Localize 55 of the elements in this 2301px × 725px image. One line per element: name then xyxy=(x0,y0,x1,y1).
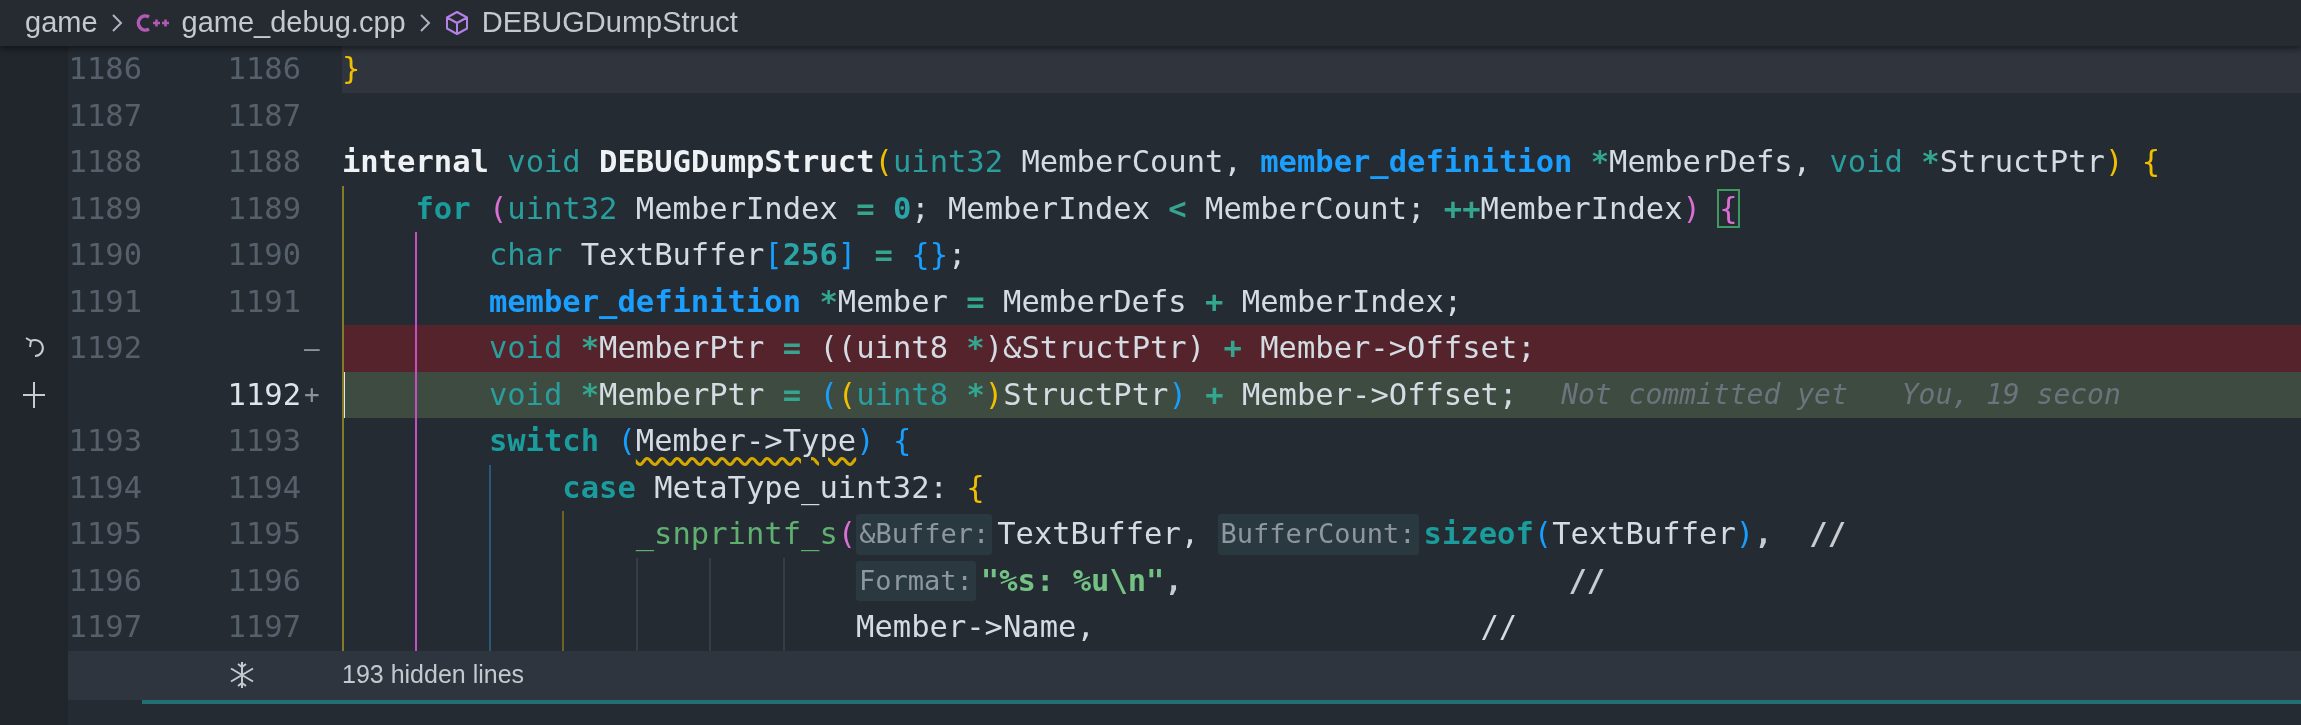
hidden-lines-label: 193 hidden lines xyxy=(342,659,525,691)
plus-icon[interactable] xyxy=(22,379,46,410)
line-number: 1197 xyxy=(68,609,142,645)
chevron-icon xyxy=(417,12,432,34)
line-number: 1187 xyxy=(227,97,301,133)
code-text: Member->Name, // xyxy=(856,608,1518,647)
code-text: "%s: %u\n", // xyxy=(980,561,1606,600)
blame-annotation: Not committed yet xyxy=(1561,376,1848,413)
chevron-icon xyxy=(109,12,124,34)
line-number: 1196 xyxy=(68,562,142,598)
line-number: 1191 xyxy=(227,283,301,319)
breadcrumb-item[interactable]: game_debug.cpp xyxy=(181,1,406,45)
line-number: 1194 xyxy=(227,469,301,505)
code-text: member_definition *Member = MemberDefs + MemberIndex; xyxy=(488,282,1463,321)
code-text: for (uint32 MemberIndex = 0; MemberIndex < MemberCount; ++MemberIndex) { xyxy=(415,189,1738,228)
line-number: 1188 xyxy=(68,144,142,180)
code-text: switch (Member->Type) { xyxy=(488,422,912,461)
cube-icon xyxy=(443,10,470,36)
removed-marker: — xyxy=(304,332,320,363)
code-text: void *MemberPtr = ((uint8 *)StructPtr) + Member->Offset; xyxy=(488,375,1518,414)
line-number: 1191 xyxy=(68,283,142,319)
line-number: 1186 xyxy=(68,51,142,87)
code-text: char TextBuffer[256] = {}; xyxy=(488,236,967,275)
code-text: case MetaType_uint32: { xyxy=(562,468,985,508)
code-text: internal void DEBUGDumpStruct(uint32 MemberCount, member_definition *MemberDefs, void *StructPtr) { xyxy=(342,143,2161,182)
breadcrumb-item[interactable]: DEBUGDumpStruct xyxy=(481,1,738,45)
inlay-hint: Format: xyxy=(856,560,976,601)
code-text: sizeof(TextBuffer), // xyxy=(1423,515,1846,554)
blame-annotation: You, 19 secon xyxy=(1901,376,2121,413)
line-number: 1187 xyxy=(68,97,142,133)
line-number: 1192 xyxy=(227,376,301,412)
breadcrumb-item[interactable]: game xyxy=(25,1,98,45)
code-text: } xyxy=(342,50,361,89)
line-number: 1193 xyxy=(68,423,142,459)
line-number: 1192 xyxy=(68,330,142,366)
line-number: 1188 xyxy=(227,144,301,180)
line-number: 1197 xyxy=(227,609,301,645)
line-number: 1195 xyxy=(227,516,301,552)
cpp-file-icon xyxy=(135,11,170,35)
line-number: 1193 xyxy=(227,423,301,459)
folded-region-bar[interactable]: 193 hidden lines xyxy=(68,650,2301,700)
added-marker: + xyxy=(304,379,320,410)
inlay-hint: &Buffer: xyxy=(856,514,993,555)
line-number: 1189 xyxy=(227,190,301,226)
code-text: TextBuffer, xyxy=(997,515,1201,554)
line-number: 1189 xyxy=(68,190,142,226)
inlay-hint: BufferCount: xyxy=(1217,514,1419,555)
line-number: 1190 xyxy=(68,237,142,273)
line-number: 1195 xyxy=(68,516,142,552)
line-number: 1194 xyxy=(68,469,142,505)
line-number: 1196 xyxy=(227,562,301,598)
code-text: _snprintf_s( xyxy=(635,515,857,554)
line-number: 1186 xyxy=(227,51,301,87)
code-text: void *MemberPtr = ((uint8 *)&StructPtr) + Member->Offset; xyxy=(488,329,1536,368)
line-number: 1190 xyxy=(227,237,301,273)
